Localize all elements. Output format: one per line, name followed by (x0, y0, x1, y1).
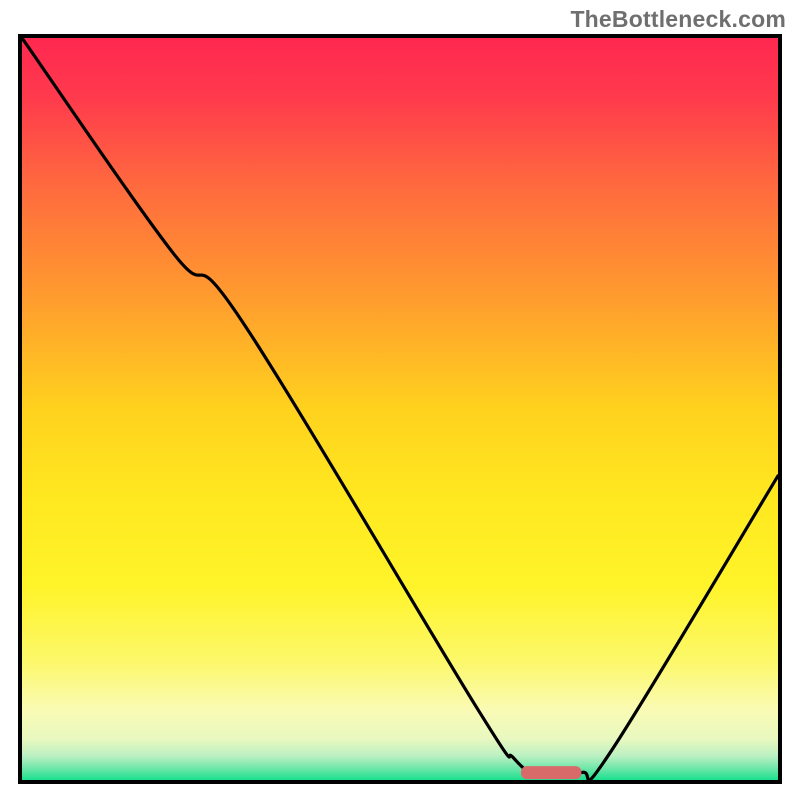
watermark-text: TheBottleneck.com (570, 6, 786, 33)
plot-area (18, 34, 782, 784)
bottleneck-curve (22, 38, 778, 780)
chart-root: TheBottleneck.com (0, 0, 800, 800)
optimal-range-marker (521, 766, 581, 779)
curve-layer (22, 38, 778, 780)
